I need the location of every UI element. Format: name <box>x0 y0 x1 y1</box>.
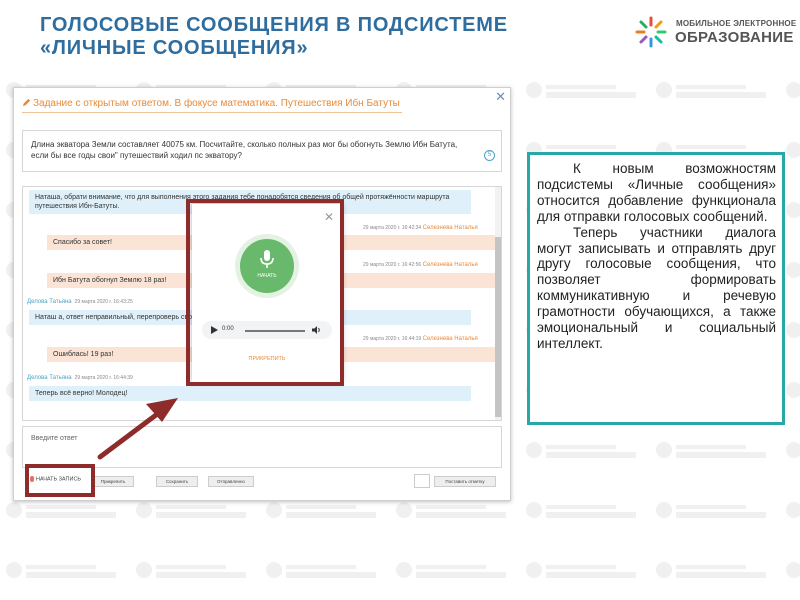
message-meta: 29 марта 2020 г. 16:44:19 Селезнева Ната… <box>363 336 478 342</box>
sent-button[interactable]: Отправленно <box>208 476 254 487</box>
dialog-title: Задание с открытым ответом. В фокусе мат… <box>22 98 402 113</box>
message-sender: Делова Татьяна 29 марта 2020 г. 16:44:39 <box>27 375 133 381</box>
close-icon[interactable]: ✕ <box>495 89 506 105</box>
chat-scrollbar[interactable] <box>495 187 501 420</box>
description-paragraph-2: Теперь участники диалога могут записыват… <box>537 224 776 351</box>
task-number-badge: 5 <box>484 150 495 161</box>
description-panel: К новым возможностям подсистемы «Личные … <box>527 152 785 425</box>
dialog-title-text: Задание с открытым ответом. В фокусе мат… <box>33 98 400 109</box>
highlight-frame-popup <box>186 199 344 386</box>
mark-checkbox[interactable] <box>414 474 430 488</box>
message-meta: 29 марта 2020 г. 16:42:56 Селезнева Ната… <box>363 262 478 268</box>
pencil-icon <box>22 98 31 107</box>
answer-input[interactable]: Введите ответ <box>22 426 502 468</box>
set-mark-button[interactable]: Поставить отметку <box>434 476 496 487</box>
attach-button[interactable]: Прикрепить <box>92 476 134 487</box>
description-paragraph-1: К новым возможностям подсистемы «Личные … <box>537 161 776 224</box>
page-title: ГОЛОСОВЫЕ СООБЩЕНИЯ В ПОДСИСТЕМЕ «ЛИЧНЫЕ… <box>40 14 508 59</box>
logo-text-top: МОБИЛЬНОЕ ЭЛЕКТРОННОЕ <box>676 19 797 28</box>
scroll-thumb[interactable] <box>495 237 501 417</box>
logo-icon <box>635 16 667 48</box>
message-meta: 29 марта 2020 г. 16:42:34 Селезнева Ната… <box>363 225 478 231</box>
answer-placeholder: Введите ответ <box>31 435 78 442</box>
chat-message: Теперь всё верно! Молодец! <box>29 386 471 401</box>
save-button[interactable]: Сохранить <box>156 476 198 487</box>
logo: МОБИЛЬНОЕ ЭЛЕКТРОННОЕ ОБРАЗОВАНИЕ <box>634 15 797 51</box>
logo-text-bottom: ОБРАЗОВАНИЕ <box>675 29 794 46</box>
task-question: Длина экватора Земли составляет 40075 км… <box>22 130 502 172</box>
task-text: Длина экватора Земли составляет 40075 км… <box>31 140 458 160</box>
highlight-frame-record-button <box>25 464 95 497</box>
message-sender: Делова Татьяна 29 марта 2020 г. 16:43:25 <box>27 299 133 305</box>
